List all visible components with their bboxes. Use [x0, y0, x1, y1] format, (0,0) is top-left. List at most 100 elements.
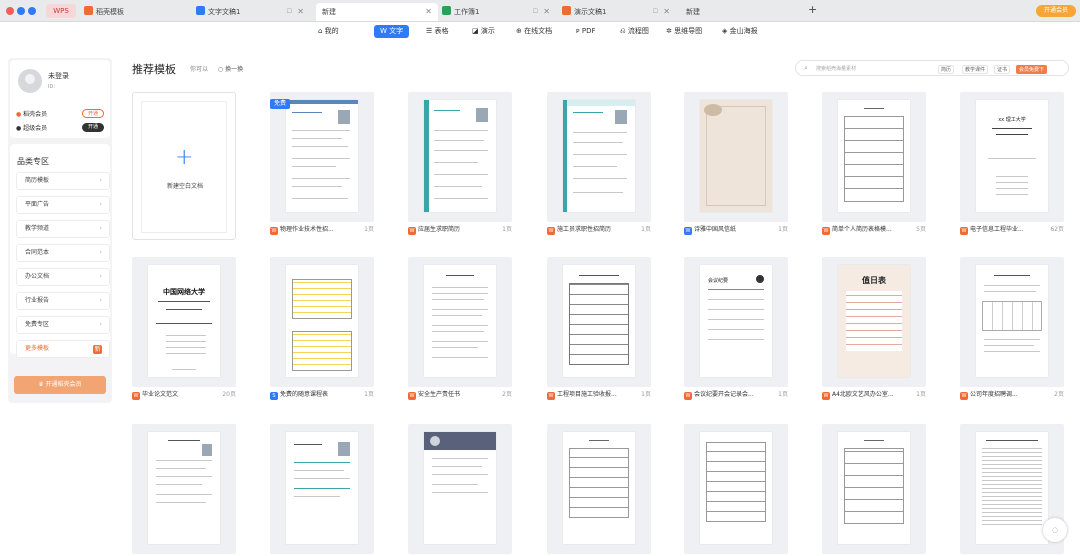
- template-thumbnail: [960, 257, 1064, 387]
- tab-doc1[interactable]: 文字文稿1 ☐ ✕: [196, 3, 310, 21]
- toolbar-pdf[interactable]: ᴘ PDF: [576, 25, 596, 38]
- template-card[interactable]: [684, 424, 788, 556]
- template-card[interactable]: 值日表 W A4北欧文艺风办公室... 1页: [822, 257, 926, 405]
- template-card[interactable]: W 简单个人简历表格模... 5页: [822, 92, 926, 240]
- chat-icon[interactable]: ◌: [1043, 518, 1067, 542]
- template-caption: W 安全生产责任书 2页: [408, 391, 512, 400]
- home-icon: ⌂: [318, 27, 325, 35]
- flowchart-icon: ⎌: [620, 27, 628, 35]
- user-card: 未登录 ID: ● 稻壳会员 开通 ● 超级会员 开通: [10, 60, 110, 138]
- template-thumbnail: [684, 424, 788, 554]
- template-card[interactable]: [822, 424, 926, 556]
- template-card[interactable]: 中国网络大学 W 毕业论文范文 20页: [132, 257, 236, 405]
- toolbar-word[interactable]: W 文字: [374, 25, 410, 38]
- tab-workbook1[interactable]: 工作簿1 ☐ ✕: [442, 3, 556, 21]
- new-blank-label: 新建空白文档: [166, 183, 203, 190]
- vip1-open-button[interactable]: 开通: [82, 109, 104, 118]
- template-caption: W 诗雅中国风信纸 1页: [684, 226, 788, 235]
- close-window-icon[interactable]: [6, 7, 14, 15]
- word-doc-icon: W: [960, 392, 968, 400]
- template-search[interactable]: ⌕ 搜索稻壳海量素材 简历 教学课件 证书 会员免费下: [795, 60, 1069, 76]
- category-more[interactable]: 更多模板新: [16, 340, 110, 358]
- template-caption: S 免费的随意课程表 1页: [270, 389, 374, 400]
- template-thumbnail: 中国网络大学: [132, 257, 236, 387]
- template-card[interactable]: W 公司年度招聘调... 2页: [960, 257, 1064, 405]
- category-item[interactable]: 合同范本 ›: [16, 244, 110, 262]
- close-tab-icon[interactable]: ✕: [663, 3, 670, 21]
- template-thumbnail: 会议纪要: [684, 257, 788, 387]
- crown-icon: ♛: [38, 381, 46, 388]
- poster-icon: ◈: [722, 27, 730, 35]
- template-caption: W 电子信息工程毕业... 62页: [960, 226, 1064, 235]
- sheet-icon: [442, 6, 451, 15]
- template-card[interactable]: W 物理作业技术性招... 1页: [270, 92, 374, 240]
- tab-new2[interactable]: 新建: [686, 3, 796, 21]
- category-item[interactable]: 简历模板 ›: [16, 172, 110, 190]
- template-card[interactable]: [408, 424, 512, 556]
- vip-button[interactable]: 开通会员: [1036, 5, 1076, 17]
- new-tab-icon[interactable]: +: [808, 3, 817, 16]
- toolbar-mine[interactable]: ⌂ 我的: [318, 25, 339, 38]
- user-name[interactable]: 未登录: [48, 71, 69, 81]
- chevron-right-icon: ›: [99, 177, 102, 184]
- cloud-icon: ☐: [286, 8, 292, 15]
- template-card[interactable]: W 安全生产责任书 2页: [408, 257, 512, 405]
- template-card[interactable]: W 施工员求职性招简历 1页: [547, 92, 651, 240]
- vip2-open-button[interactable]: 开通: [82, 123, 104, 132]
- minimize-window-icon[interactable]: [17, 7, 25, 15]
- template-card[interactable]: xx 理工大学 W 电子信息工程毕业... 62页: [960, 92, 1064, 240]
- template-thumbnail: [408, 92, 512, 222]
- toolbar-ppt[interactable]: ◪ 演示: [472, 25, 495, 38]
- template-thumbnail: [822, 92, 926, 222]
- template-card[interactable]: [270, 424, 374, 556]
- template-card[interactable]: [132, 424, 236, 556]
- template-icon: [84, 6, 93, 15]
- tab-template[interactable]: 稻壳模板: [84, 3, 188, 21]
- template-thumbnail: [822, 424, 926, 554]
- wps-home-tab[interactable]: WPS: [46, 4, 76, 18]
- toolbar-table[interactable]: ☰ 表格: [426, 25, 449, 38]
- search-chip[interactable]: 简历: [938, 65, 955, 74]
- category-item[interactable]: 办公文档 ›: [16, 268, 110, 286]
- category-panel: 品类专区 简历模板 › 平面广告 › 教学频道 › 合同范本 › 办公文档 › 行业报告 ›…: [10, 144, 110, 358]
- template-thumbnail: 值日表: [822, 257, 926, 387]
- toolbar-flow[interactable]: ⎌ 流程图: [620, 25, 649, 38]
- refresh-button[interactable]: ○ 换一换: [218, 64, 243, 73]
- close-tab-icon[interactable]: ✕: [543, 3, 550, 21]
- template-card[interactable]: S 免费的随意课程表 1页: [270, 257, 374, 405]
- tab-new-active[interactable]: 新建 ✕: [316, 3, 438, 21]
- word-icon: [196, 6, 205, 15]
- template-card[interactable]: 会议纪要 W 会议纪要开会记录会... 1页: [684, 257, 788, 405]
- ppt-icon: [562, 6, 571, 15]
- open-docer-vip-button[interactable]: ♛ 开通稻壳会员: [14, 376, 106, 394]
- chevron-right-icon: ›: [99, 273, 102, 280]
- category-item[interactable]: 免费专区 ›: [16, 316, 110, 334]
- template-card[interactable]: W 工程项目施工验收报... 1页: [547, 257, 651, 405]
- avatar[interactable]: [18, 69, 42, 93]
- word-doc-icon: W: [822, 227, 830, 235]
- new-blank-document[interactable]: + 新建空白文档: [132, 92, 236, 240]
- sidebar: 未登录 ID: ● 稻壳会员 开通 ● 超级会员 开通 品类专区 简历模板 › 平…: [8, 58, 112, 403]
- toolbar-online[interactable]: ⊕ 在线文档: [516, 25, 552, 38]
- template-card[interactable]: W 诗雅中国风信纸 1页: [684, 92, 788, 240]
- template-caption: W 工程项目施工验收报... 1页: [547, 391, 651, 400]
- close-tab-icon[interactable]: ✕: [425, 3, 432, 21]
- toolbar-jinshan[interactable]: ◈ 金山海报: [722, 25, 758, 38]
- zoom-window-icon[interactable]: [28, 7, 36, 15]
- category-item[interactable]: 行业报告 ›: [16, 292, 110, 310]
- toolbar-mind[interactable]: ✲ 思维导图: [666, 25, 702, 38]
- member-free-chip[interactable]: 会员免费下: [1016, 65, 1048, 74]
- category-item[interactable]: 平面广告 ›: [16, 196, 110, 214]
- template-card[interactable]: [547, 424, 651, 556]
- cloud-icon: ☐: [652, 8, 658, 15]
- close-tab-icon[interactable]: ✕: [297, 3, 304, 21]
- table-icon: ☰: [426, 27, 435, 35]
- search-chip[interactable]: 证书: [994, 65, 1011, 74]
- category-item[interactable]: 教学频道 ›: [16, 220, 110, 238]
- template-card[interactable]: W 应届生求职简历 1页: [408, 92, 512, 240]
- tab-ppt1[interactable]: 演示文稿1 ☐ ✕: [562, 3, 676, 21]
- chevron-right-icon: ›: [99, 297, 102, 304]
- tab-bar: WPS 稻壳模板 文字文稿1 ☐ ✕ 新建 ✕ 工作簿1 ☐ ✕ 演示文稿1 ☐ ✕ 新建 +…: [0, 0, 1080, 22]
- search-chip[interactable]: 教学课件: [962, 65, 989, 74]
- word-doc-icon: W: [270, 227, 278, 235]
